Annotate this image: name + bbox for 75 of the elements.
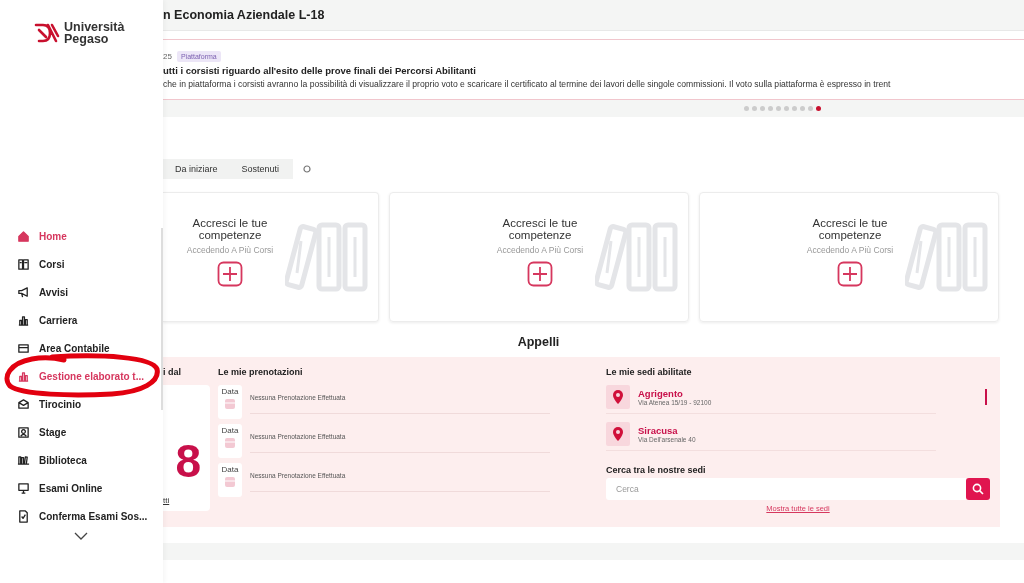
carousel-dot[interactable]	[768, 106, 773, 111]
carousel-dot[interactable]	[760, 106, 765, 111]
column-heading: Cerca tra le nostre sedi	[606, 465, 707, 475]
nav-icon	[17, 229, 30, 243]
sidebar-item[interactable]: Area Contabile	[0, 334, 163, 362]
date-label: Data	[221, 426, 239, 435]
sidebar-item[interactable]: Stage	[0, 418, 163, 446]
tab[interactable]: Sostenuti	[229, 159, 292, 179]
location-pin-icon	[606, 422, 630, 446]
sidebar-item[interactable]: Home	[0, 222, 163, 250]
add-icon[interactable]	[837, 261, 863, 287]
column-heading: Le mie sedi abilitate	[606, 367, 693, 377]
carousel-dot[interactable]	[752, 106, 757, 111]
location-name[interactable]: Siracusa	[638, 425, 696, 436]
search-button[interactable]	[966, 478, 990, 500]
card-title: Accresci le tue competenze	[501, 217, 579, 241]
calendar-icon	[225, 399, 235, 409]
search-field[interactable]: Cerca	[606, 478, 966, 500]
tab[interactable]: Da iniziare	[163, 159, 230, 179]
column-heading: i dal	[163, 367, 182, 377]
sidebar-item[interactable]: Tirocinio	[0, 390, 163, 418]
notice-date: 25	[163, 52, 172, 61]
add-icon[interactable]	[217, 261, 243, 287]
nav-icon	[17, 285, 30, 299]
search-icon	[972, 483, 984, 495]
calendar-icon	[225, 477, 235, 487]
logo-icon	[34, 22, 60, 44]
course-title: n Economia Aziendale L-18	[163, 8, 325, 22]
nav-icon	[17, 397, 30, 411]
sidebar-item[interactable]: Carriera	[0, 306, 163, 334]
card-title: Accresci le tue competenze	[191, 217, 269, 241]
nav-icon	[17, 313, 30, 327]
location-pin-icon	[606, 385, 630, 409]
sidebar-item[interactable]: Corsi	[0, 250, 163, 278]
scrollbar-thumb[interactable]	[985, 389, 987, 405]
sidebar-item[interactable]: Esami Online	[0, 474, 163, 502]
books-icon	[905, 221, 991, 293]
card-title: Accresci le tue competenze	[811, 217, 889, 241]
card-subtitle: Accedendo A Più Corsi	[496, 245, 584, 255]
calendar-icon	[225, 438, 235, 448]
nav-icon	[17, 509, 30, 523]
sidebar-item[interactable]: Gestione elaborato t...	[0, 362, 163, 390]
carousel-dot[interactable]	[776, 106, 781, 111]
card-subtitle: Accedendo A Più Corsi	[186, 245, 274, 255]
carousel-dot[interactable]	[792, 106, 797, 111]
books-icon	[285, 221, 371, 293]
carousel-dot[interactable]	[744, 106, 749, 111]
date-label: Data	[221, 387, 239, 396]
carousel-dot[interactable]	[800, 106, 805, 111]
sidebar-item[interactable]: Avvisi	[0, 278, 163, 306]
nav-icon	[17, 257, 30, 271]
carousel-dot[interactable]	[816, 106, 821, 111]
notice-text: che in piattaforma i corsisti avranno la possibilità di visualizzare il proprio voto e scaricare il certificato al termine dei lavori delle singole commissioni. Il voto sulla piattaforma è espresso in trent	[163, 79, 892, 89]
info-icon[interactable]	[303, 165, 312, 173]
sidebar-item[interactable]: Conferma Esami Sos...	[0, 502, 163, 530]
section-title: Appelli	[517, 335, 560, 351]
card-subtitle: Accedendo A Più Corsi	[806, 245, 894, 255]
link[interactable]: tti	[163, 496, 170, 505]
logo-text: Università Pegaso	[64, 21, 125, 45]
sidebar-item[interactable]: Biblioteca	[0, 446, 163, 474]
counter-number: 8	[175, 438, 201, 484]
date-label: Data	[221, 465, 239, 474]
nav-icon	[17, 341, 30, 355]
nav-icon	[17, 481, 30, 495]
carousel-dot[interactable]	[808, 106, 813, 111]
nav-icon	[17, 425, 30, 439]
add-icon[interactable]	[527, 261, 553, 287]
carousel-dot[interactable]	[784, 106, 789, 111]
notice-title: utti i corsisti riguardo all'esito delle prove finali dei Percorsi Abilitanti	[163, 65, 477, 76]
nav-icon	[17, 369, 30, 383]
location-name[interactable]: Agrigento	[638, 388, 712, 399]
books-icon	[595, 221, 681, 293]
chevron-down-icon[interactable]	[74, 532, 88, 540]
column-heading: Le mie prenotazioni	[218, 367, 304, 377]
nav-icon	[17, 453, 30, 467]
